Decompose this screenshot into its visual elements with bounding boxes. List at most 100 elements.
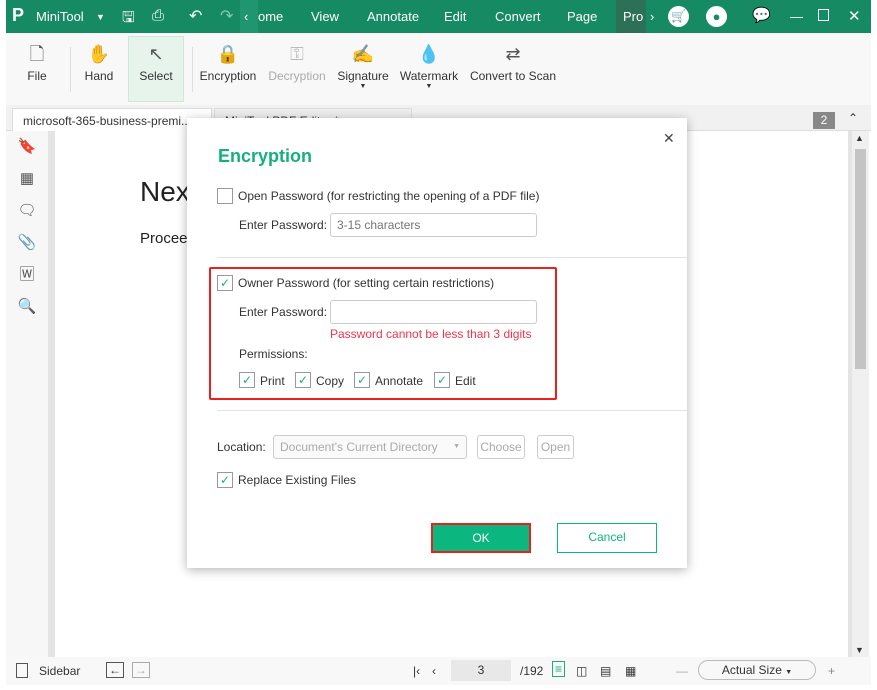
print-checkbox[interactable]: ✓ — [239, 372, 255, 388]
file-button[interactable]: 🗋 File — [16, 37, 58, 103]
zoom-value: Actual Size — [721, 663, 782, 677]
label: Watermark — [399, 69, 459, 83]
edit-label: Edit — [455, 374, 476, 388]
menu-annotate[interactable]: Annotate — [367, 9, 419, 24]
convert-to-scan-button[interactable]: ⇄ Convert to Scan — [468, 37, 558, 103]
label: File — [27, 69, 47, 83]
owner-password-field-label: Enter Password: — [239, 305, 328, 319]
back-icon[interactable]: ← — [106, 662, 124, 678]
lock-shield-icon: 🔒 — [216, 44, 240, 64]
cancel-button[interactable]: Cancel — [557, 523, 657, 553]
attachment-icon[interactable]: 📎 — [6, 227, 48, 259]
menu-page[interactable]: Page — [567, 9, 597, 24]
open-password-field-label: Enter Password: — [239, 218, 328, 232]
label: Hand — [84, 69, 114, 83]
ok-button[interactable]: OK — [431, 523, 531, 553]
menu-home[interactable]: ome — [258, 9, 283, 24]
signature-icon: ✍ — [351, 44, 375, 64]
page-count-badge: 2 — [813, 112, 835, 129]
edit-checkbox[interactable]: ✓ — [434, 372, 450, 388]
page-heading: Nex — [140, 176, 190, 207]
owner-password-checkbox[interactable]: ✓ — [217, 275, 233, 291]
watermark-button[interactable]: 💧 Watermark ▼ — [398, 37, 460, 103]
scroll-right-icon[interactable]: › — [650, 9, 654, 24]
menu-view[interactable]: View — [311, 9, 339, 24]
signature-button[interactable]: ✍ Signature ▼ — [334, 37, 392, 103]
single-page-view-icon[interactable]: ≡ — [552, 661, 566, 677]
menu-edit[interactable]: Edit — [444, 9, 466, 24]
save-icon[interactable]: 🖫 — [122, 7, 135, 32]
label: Select — [139, 69, 173, 83]
comment-icon[interactable]: 🗨 — [6, 195, 48, 227]
grid-view-icon[interactable]: ▦ — [625, 664, 636, 678]
menu-convert[interactable]: Convert — [495, 9, 541, 24]
two-page-view-icon[interactable]: ◫ — [576, 664, 587, 678]
zoom-in-icon[interactable]: + — [828, 664, 835, 678]
copy-label: Copy — [316, 374, 345, 388]
menu-protect[interactable]: Pro — [623, 9, 643, 24]
page-number-input[interactable]: 3 — [451, 660, 511, 681]
page-text: Procee — [140, 230, 188, 247]
close-dialog-icon[interactable]: ✕ — [663, 130, 675, 147]
scroll-left-icon[interactable]: ‹ — [244, 9, 248, 24]
cart-icon[interactable]: 🛒 — [668, 6, 689, 27]
redo-icon[interactable]: ↷ — [220, 6, 233, 26]
status-bar: Sidebar ← → |‹ ‹ 3 /192 ≡ ◫ ▤ ▦ — Actual… — [6, 657, 871, 685]
hand-button[interactable]: ✋ Hand — [78, 37, 120, 103]
collapse-icon[interactable]: ⌃ — [848, 111, 858, 125]
close-icon[interactable]: ✕ — [848, 7, 861, 25]
label: Decryption — [268, 69, 326, 83]
owner-password-input[interactable] — [330, 300, 537, 324]
replace-files-checkbox[interactable]: ✓ — [217, 472, 233, 488]
app-name[interactable]: MiniTool — [36, 9, 84, 24]
owner-password-label: Owner Password (for setting certain rest… — [238, 276, 495, 290]
annotate-checkbox[interactable]: ✓ — [354, 372, 370, 388]
total-pages: /192 — [520, 664, 544, 678]
prev-page-icon[interactable]: ‹ — [432, 664, 436, 678]
user-icon[interactable]: ● — [706, 6, 727, 27]
chevron-down-icon[interactable]: ▼ — [96, 12, 105, 22]
zoom-out-icon[interactable]: — — [676, 664, 688, 678]
thumbnails-icon[interactable]: ▦ — [6, 163, 48, 195]
annotate-label: Annotate — [375, 374, 424, 388]
forward-icon[interactable]: → — [132, 662, 150, 678]
encryption-dialog: ✕ Encryption Open Password (for restrict… — [187, 118, 687, 568]
watermark-icon: 💧 — [417, 44, 441, 64]
label: Signature — [337, 69, 389, 83]
label: Encryption — [199, 69, 257, 83]
continuous-view-icon[interactable]: ▤ — [600, 664, 611, 678]
undo-icon[interactable]: ↶ — [189, 6, 202, 26]
label: Convert to Scan — [469, 69, 557, 83]
password-error: Password cannot be less than 3 digits — [330, 327, 532, 341]
decryption-button[interactable]: ⚿ Decryption — [264, 37, 330, 103]
word-icon[interactable]: 🅆 — [6, 259, 48, 291]
first-page-icon[interactable]: |‹ — [413, 664, 420, 678]
open-button[interactable]: Open — [537, 435, 574, 459]
scan-icon: ⇄ — [505, 44, 521, 64]
bookmark-icon[interactable]: 🔖 — [6, 131, 48, 163]
key-shield-icon: ⚿ — [290, 44, 304, 64]
encryption-button[interactable]: 🔒 Encryption — [198, 37, 258, 103]
left-sidebar: 🔖 ▦ 🗨 📎 🅆 🔍 — [6, 131, 48, 657]
select-button[interactable]: ↖ Select — [128, 36, 184, 102]
choose-button[interactable]: Choose — [477, 435, 525, 459]
cursor-icon: ↖ — [148, 44, 164, 64]
dialog-title: Encryption — [218, 146, 313, 166]
ribbon-toolbar: 🗋 File ✋ Hand ↖ Select 🔒 Encryption ⚿ Decrypt… — [6, 33, 871, 105]
minimize-icon[interactable]: — — [790, 9, 803, 24]
copy-checkbox[interactable]: ✓ — [295, 372, 311, 388]
location-label: Location: — [217, 440, 266, 454]
permissions-label: Permissions: — [239, 347, 308, 361]
feedback-icon[interactable]: 💬 — [752, 6, 771, 24]
tab-document-1[interactable]: microsoft-365-business-premi... — [12, 108, 212, 131]
sidebar-label[interactable]: Sidebar — [39, 664, 80, 678]
location-select[interactable]: Document's Current Directory ▼ — [273, 435, 467, 459]
vertical-scrollbar[interactable]: ▲ ▼ — [852, 131, 869, 657]
print-icon[interactable]: ⎙ — [152, 7, 164, 24]
open-password-checkbox[interactable] — [217, 188, 233, 204]
sidebar-toggle-icon[interactable] — [16, 663, 28, 678]
maximize-icon[interactable] — [818, 9, 829, 21]
zoom-select[interactable]: Actual Size ▼ — [698, 660, 816, 680]
open-password-input[interactable] — [330, 213, 537, 237]
search-icon[interactable]: 🔍 — [6, 291, 48, 323]
